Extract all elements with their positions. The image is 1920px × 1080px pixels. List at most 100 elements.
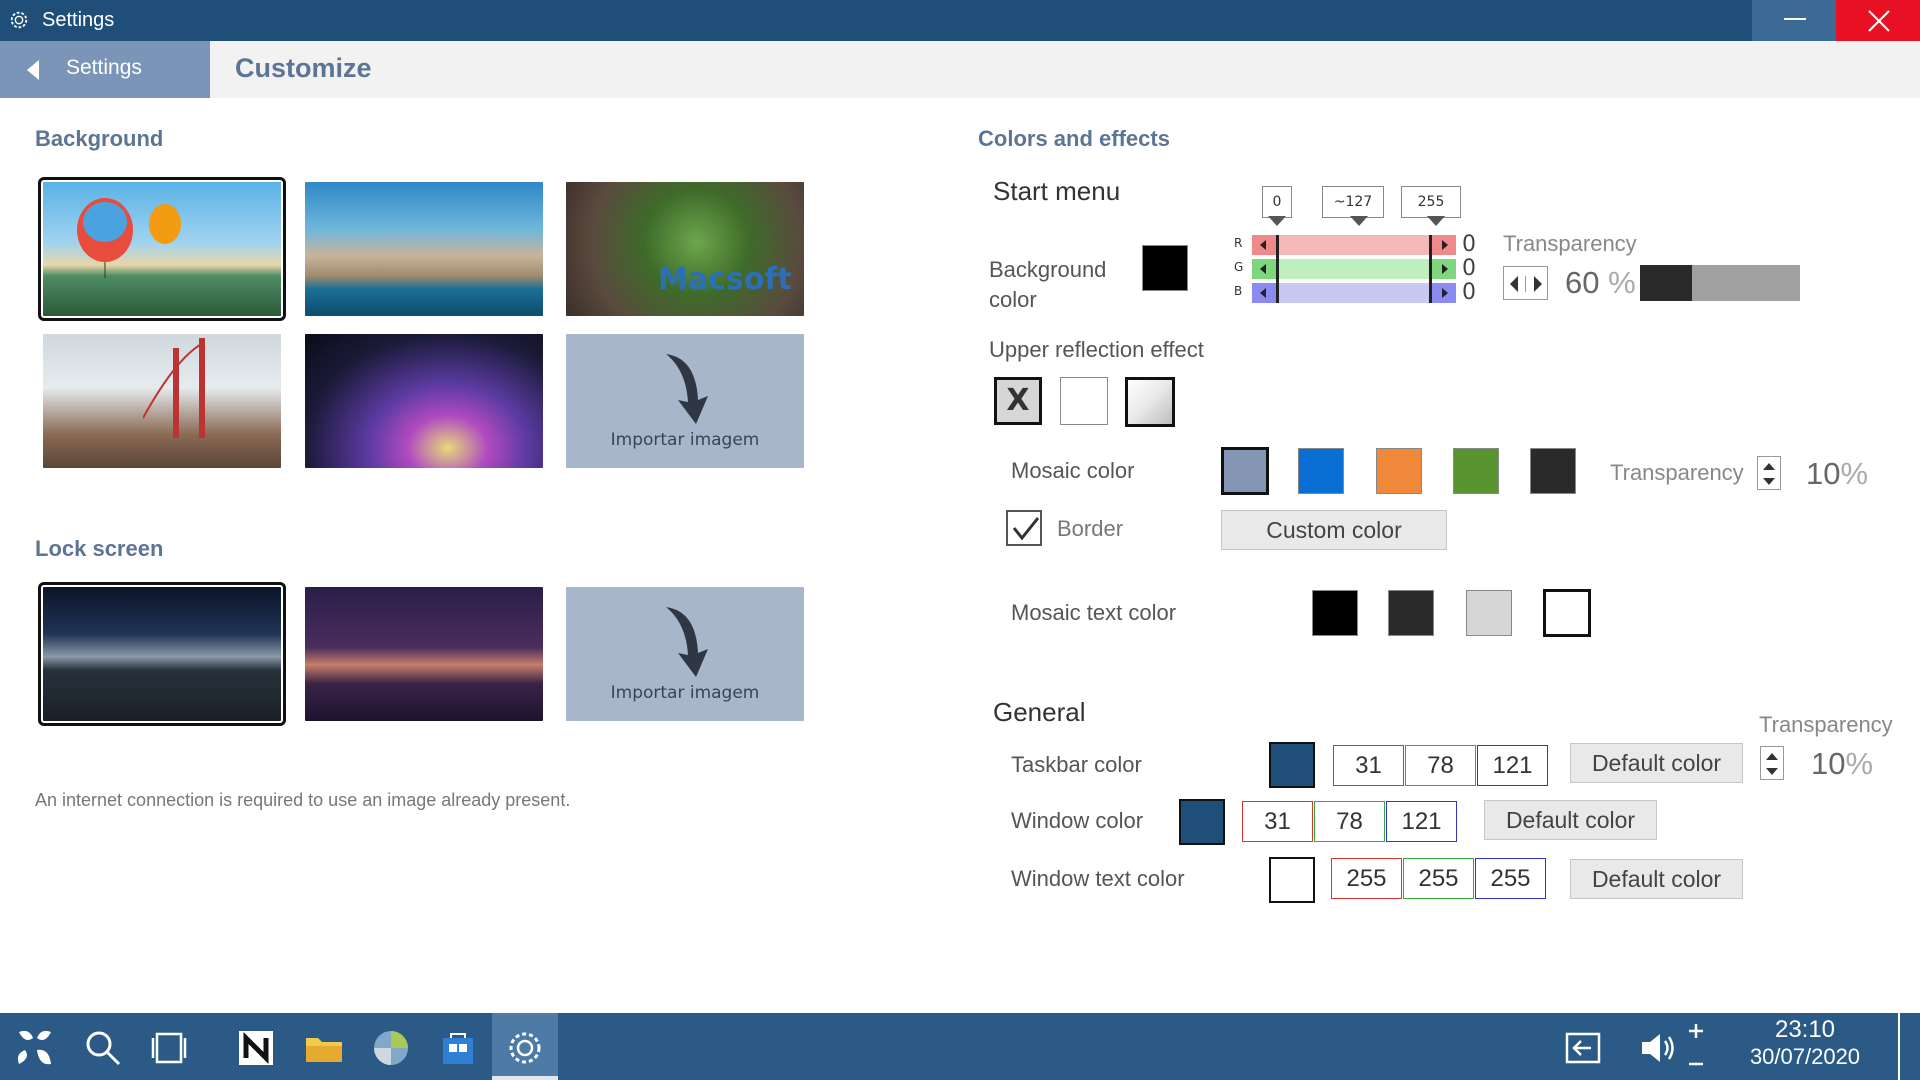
r-label: R — [1234, 236, 1243, 250]
text-swatch-4[interactable] — [1543, 589, 1591, 637]
transparency-fill — [1640, 265, 1693, 301]
marker-255: 255 — [1401, 186, 1461, 218]
taskbar-color-swatch[interactable] — [1269, 742, 1315, 788]
marker-pointers — [1268, 216, 1445, 226]
general-transparency-label: Transparency — [1759, 712, 1893, 737]
lock-import-button[interactable]: Importar imagem — [566, 587, 804, 721]
general-title: General — [993, 697, 1086, 727]
g-label: G — [1234, 260, 1244, 274]
minimize-button[interactable] — [1752, 0, 1836, 41]
bg-thumb-coast[interactable] — [305, 182, 543, 316]
mosaic-swatch-5[interactable] — [1530, 448, 1576, 494]
bg-thumb-balloons[interactable] — [38, 177, 286, 321]
onenote-app[interactable] — [223, 1013, 285, 1080]
mosaic-swatch-4[interactable] — [1453, 448, 1499, 494]
start-bg-swatch[interactable] — [1142, 245, 1188, 291]
reflection-title: Upper reflection effect — [989, 337, 1204, 362]
start-button[interactable] — [2, 1013, 64, 1080]
lock-thumb-pier[interactable] — [38, 582, 286, 726]
text-swatch-3[interactable] — [1466, 590, 1512, 636]
window-color-label: Window color — [1011, 808, 1144, 833]
taskbar-b-input[interactable]: 121 — [1477, 745, 1548, 786]
marker-0: 0 — [1262, 186, 1292, 218]
globe-icon — [374, 1031, 408, 1065]
volume-button[interactable] — [1625, 1013, 1687, 1080]
window-title: Settings — [42, 9, 115, 31]
reflection-flat[interactable] — [1060, 377, 1108, 425]
window-color-swatch[interactable] — [1179, 799, 1225, 845]
border-checkbox[interactable] — [1006, 510, 1042, 546]
background-title: Background — [35, 126, 164, 151]
import-label: Importar imagem — [610, 430, 760, 450]
bg-import-button[interactable]: Importar imagem — [566, 334, 804, 468]
bg-thumb-plant[interactable]: Macsoft — [566, 182, 804, 316]
start-transparency-bar[interactable] — [1640, 265, 1800, 301]
mosaic-swatch-1[interactable] — [1221, 447, 1269, 495]
mosaic-transparency-stepper[interactable] — [1757, 456, 1781, 490]
mosaic-swatch-3[interactable] — [1376, 448, 1422, 494]
start-menu-title: Start menu — [993, 176, 1121, 206]
show-desktop-edge[interactable] — [1898, 1013, 1900, 1080]
import-arrow-icon — [666, 607, 708, 677]
window-text-g-input[interactable]: 255 — [1403, 858, 1474, 899]
window-text-default-button[interactable]: Default color — [1570, 859, 1743, 899]
exit-button[interactable] — [1550, 1013, 1612, 1080]
clock[interactable]: 23:10 30/07/2020 — [1735, 1016, 1875, 1070]
lock-thumb-city[interactable] — [305, 587, 543, 721]
file-explorer-app[interactable] — [291, 1013, 353, 1080]
window-text-color-swatch[interactable] — [1269, 857, 1315, 903]
import-arrow-icon — [666, 354, 708, 424]
window-text-r-input[interactable]: 255 — [1331, 858, 1402, 899]
taskbar-g-input[interactable]: 78 — [1405, 745, 1476, 786]
window-r-input[interactable]: 31 — [1242, 801, 1313, 842]
mosaic-text-color-label: Mosaic text color — [1011, 600, 1177, 625]
search-button[interactable] — [70, 1013, 132, 1080]
reflection-none[interactable]: X — [994, 377, 1042, 425]
plus-minus-icon — [1689, 1024, 1703, 1066]
gear-icon — [509, 1032, 541, 1064]
text-swatch-2[interactable] — [1388, 590, 1434, 636]
settings-app-active[interactable] — [492, 1013, 558, 1080]
general-transparency-value: 10% — [1811, 746, 1874, 781]
lock-screen-title: Lock screen — [35, 536, 164, 561]
colors-title: Colors and effects — [978, 126, 1170, 151]
taskbar-color-label: Taskbar color — [1011, 752, 1142, 777]
window-b-input[interactable]: 121 — [1386, 801, 1457, 842]
start-transparency-stepper[interactable] — [1503, 266, 1548, 300]
back-button[interactable]: Settings — [0, 41, 210, 98]
volume-stepper[interactable] — [1683, 1020, 1709, 1076]
general-transparency-stepper[interactable] — [1760, 746, 1784, 780]
custom-color-button[interactable]: Custom color — [1221, 510, 1447, 550]
store-icon — [443, 1033, 473, 1064]
exit-icon — [1565, 1032, 1601, 1064]
browser-app[interactable] — [358, 1013, 420, 1080]
title-bar: Settings — [0, 0, 1920, 41]
bg-thumb-aurora[interactable] — [305, 334, 543, 468]
watermark-text: Macsoft — [658, 262, 792, 297]
start-icon — [17, 1030, 51, 1065]
back-label: Settings — [66, 56, 142, 79]
taskbar-r-input[interactable]: 31 — [1333, 745, 1404, 786]
checkmark-icon — [1012, 517, 1040, 541]
store-app[interactable] — [425, 1013, 487, 1080]
gear-icon — [10, 11, 28, 29]
b-label: B — [1234, 284, 1243, 298]
marker-127: ~127 — [1322, 186, 1384, 218]
reflection-gradient[interactable] — [1125, 377, 1175, 427]
up-down-icon — [1766, 753, 1778, 775]
bg-thumb-bridge[interactable] — [43, 334, 281, 468]
close-icon — [1868, 10, 1890, 32]
taskbar-default-button[interactable]: Default color — [1570, 743, 1743, 783]
window-g-input[interactable]: 78 — [1314, 801, 1385, 842]
close-button[interactable] — [1836, 0, 1920, 41]
border-label: Border — [1057, 516, 1124, 541]
task-view-icon — [151, 1032, 187, 1064]
window-text-b-input[interactable]: 255 — [1475, 858, 1546, 899]
mosaic-swatch-2[interactable] — [1298, 448, 1344, 494]
left-right-icon — [1510, 276, 1542, 292]
mosaic-transparency-value: 10% — [1806, 456, 1869, 491]
window-default-button[interactable]: Default color — [1484, 800, 1657, 840]
text-swatch-1[interactable] — [1312, 590, 1358, 636]
task-view-button[interactable] — [138, 1013, 200, 1080]
bridge-image — [143, 338, 205, 438]
